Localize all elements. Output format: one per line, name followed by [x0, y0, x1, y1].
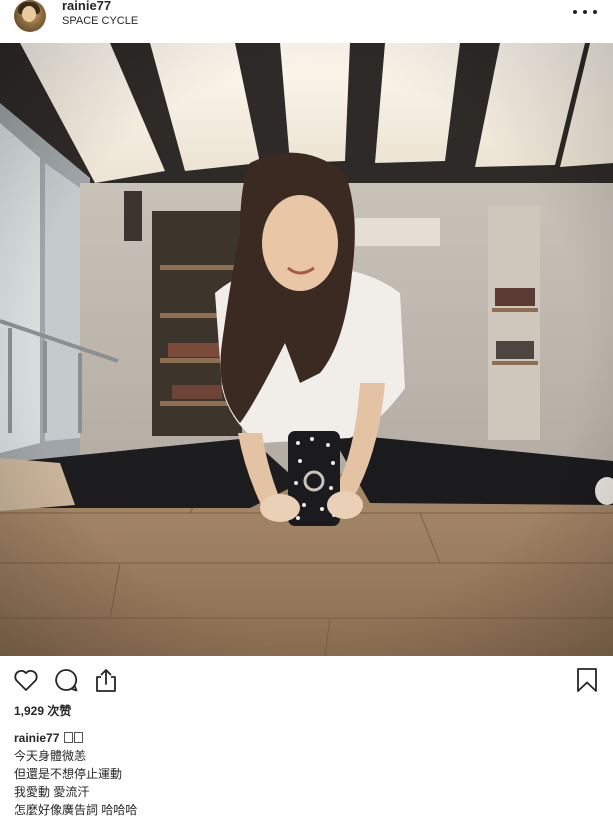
username[interactable]: rainie77: [62, 0, 111, 13]
avatar-face: [22, 6, 36, 22]
dot-icon: [573, 10, 577, 14]
caption-line: 怎麼好像廣告詞 哈哈哈: [14, 803, 138, 817]
caption-line: 我愛動 愛流汗: [14, 785, 90, 799]
more-options-icon[interactable]: [573, 4, 597, 20]
avatar[interactable]: [14, 0, 46, 32]
dot-icon: [583, 10, 587, 14]
like-count[interactable]: 1,929 次赞: [14, 702, 71, 719]
emoji-placeholder-icon: [73, 732, 83, 743]
share-icon[interactable]: [92, 666, 120, 694]
post-header: rainie77 SPACE CYCLE: [0, 0, 613, 42]
heart-icon[interactable]: [12, 666, 40, 694]
emoji-placeholder-icon: [63, 732, 73, 743]
photo-illustration: [0, 43, 613, 656]
like-count-number: 1,929: [14, 704, 45, 718]
caption-header: rainie77: [14, 729, 604, 747]
location[interactable]: SPACE CYCLE: [62, 15, 138, 27]
comment-icon[interactable]: [52, 666, 80, 694]
caption-line: 但還是不想停止運動: [14, 767, 123, 781]
instagram-post: rainie77 SPACE CYCLE 1,929 次赞 rainie77 今…: [0, 0, 613, 820]
caption-username[interactable]: rainie77: [14, 731, 59, 745]
caption: rainie77 今天身體微恙 但還是不想停止運動 我愛動 愛流汗 怎麼好像廣告…: [14, 729, 604, 819]
action-bar: [0, 664, 613, 700]
like-count-label: 次赞: [47, 704, 72, 718]
post-photo[interactable]: [0, 43, 613, 656]
bookmark-icon[interactable]: [573, 666, 601, 694]
dot-icon: [593, 10, 597, 14]
caption-line: 今天身體微恙: [14, 749, 87, 763]
